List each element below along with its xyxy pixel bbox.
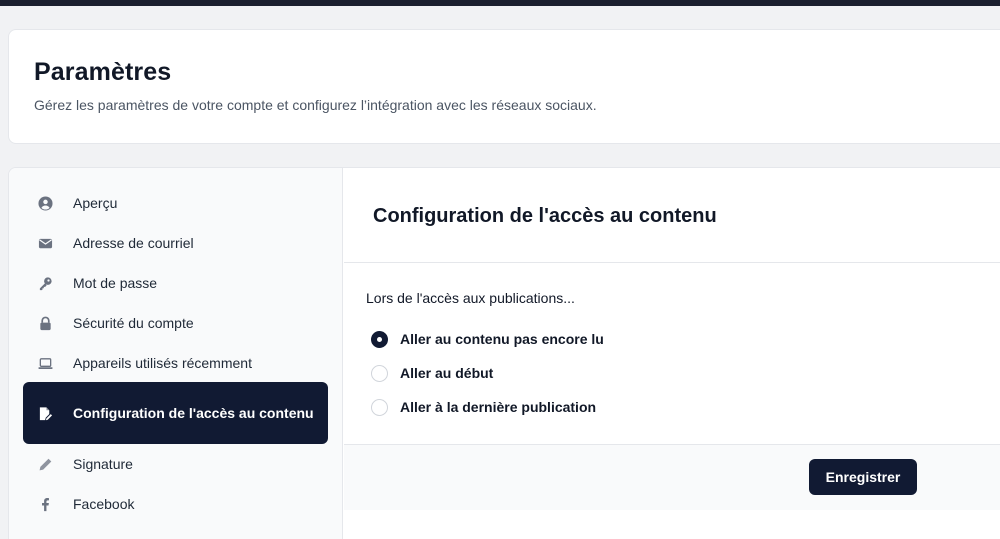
radio-button[interactable] [371, 398, 388, 416]
sidebar-item-password[interactable]: Mot de passe [23, 263, 328, 303]
sidebar-item-label: Aperçu [73, 195, 118, 211]
sidebar-item-label: Sécurité du compte [73, 315, 194, 331]
page-header: Paramètres Gérez les paramètres de votre… [8, 29, 1000, 144]
top-bar [0, 0, 1000, 6]
radio-option-label: Aller au contenu pas encore lu [400, 331, 604, 347]
settings-panel: Aperçu Adresse de courriel Mot de passe … [8, 167, 1000, 539]
settings-sidebar: Aperçu Adresse de courriel Mot de passe … [9, 168, 343, 539]
radio-option-unread[interactable]: Aller au contenu pas encore lu [366, 322, 1000, 356]
section-title: Configuration de l'accès au contenu [373, 205, 717, 227]
pencil-icon [37, 456, 53, 472]
radio-option-last-post[interactable]: Aller à la dernière publication [366, 390, 1000, 424]
save-button[interactable]: Enregistrer [809, 459, 917, 495]
user-circle-icon [37, 195, 53, 211]
sidebar-item-label: Configuration de l'accès au contenu [73, 405, 314, 421]
radio-button[interactable] [371, 364, 388, 382]
radio-button-checked[interactable] [371, 330, 388, 348]
sidebar-item-devices[interactable]: Appareils utilisés récemment [23, 343, 328, 383]
sidebar-item-content-access[interactable]: Configuration de l'accès au contenu [23, 382, 328, 444]
section-footer: Enregistrer [344, 444, 1000, 510]
sidebar-item-label: Facebook [73, 496, 135, 512]
section-header: Configuration de l'accès au contenu [344, 168, 1000, 263]
sidebar-item-security[interactable]: Sécurité du compte [23, 303, 328, 343]
laptop-icon [37, 355, 53, 371]
radio-option-label: Aller à la dernière publication [400, 399, 597, 415]
facebook-icon [37, 496, 53, 512]
content-access-section: Configuration de l'accès au contenu Lors… [344, 168, 1000, 539]
section-body: Lors de l'accès aux publications... Alle… [344, 263, 1000, 445]
sidebar-item-label: Appareils utilisés récemment [73, 355, 252, 371]
key-icon [37, 275, 53, 291]
sidebar-item-signature[interactable]: Signature [23, 444, 328, 484]
sidebar-item-email[interactable]: Adresse de courriel [23, 223, 328, 263]
radio-option-beginning[interactable]: Aller au début [366, 356, 1000, 390]
lock-icon [37, 315, 53, 331]
sidebar-item-label: Mot de passe [73, 275, 158, 291]
question-label: Lors de l'accès aux publications... [366, 290, 575, 306]
sidebar-item-label: Adresse de courriel [73, 235, 194, 251]
page-title: Paramètres [34, 58, 172, 86]
document-edit-icon [37, 405, 53, 421]
envelope-icon [37, 235, 53, 251]
sidebar-item-label: Signature [73, 456, 133, 472]
sidebar-item-facebook[interactable]: Facebook [23, 484, 328, 524]
sidebar-item-apercu[interactable]: Aperçu [23, 183, 328, 223]
radio-option-label: Aller au début [400, 365, 494, 381]
page-subtitle: Gérez les paramètres de votre compte et … [34, 97, 597, 113]
